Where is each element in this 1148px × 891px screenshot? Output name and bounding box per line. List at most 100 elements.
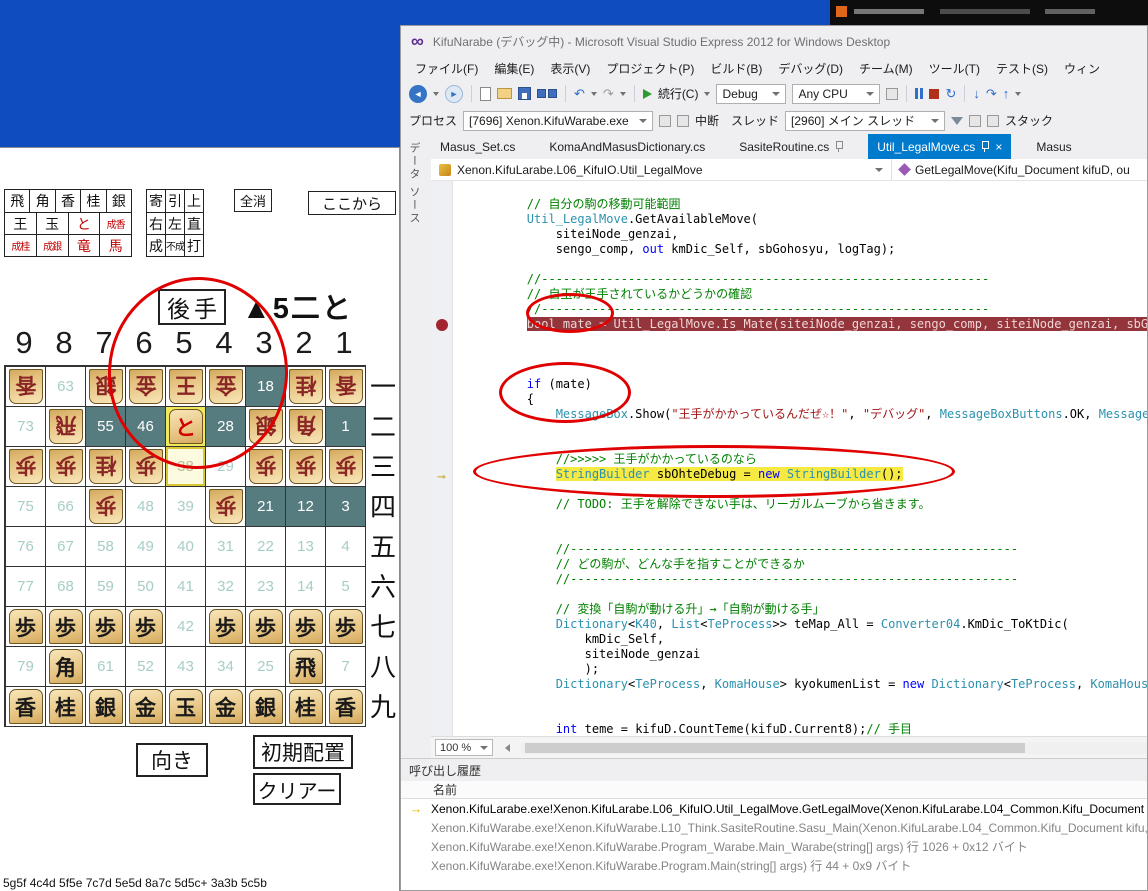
tool-icon[interactable] (886, 87, 899, 100)
zoom-select[interactable]: 100 % (435, 739, 493, 756)
step-into-icon[interactable]: ↓ (973, 87, 980, 100)
palette-action[interactable]: 上 (185, 190, 203, 212)
board-cell[interactable]: 角 (46, 647, 86, 687)
board-cell[interactable]: 歩 (126, 447, 166, 487)
board-cell[interactable]: 銀 (86, 687, 126, 727)
save-icon[interactable] (518, 87, 531, 100)
board-cell[interactable]: 55 (86, 407, 126, 447)
palette-action[interactable]: 左 (166, 213, 185, 234)
palette-action[interactable]: 直 (185, 213, 203, 234)
open-file-icon[interactable] (497, 88, 512, 99)
platform-select[interactable]: Any CPU (792, 83, 881, 104)
board-cell[interactable]: 18 (246, 367, 286, 407)
configuration-select[interactable]: Debug (716, 83, 787, 104)
from-here-button[interactable]: ここから (308, 191, 396, 215)
board-cell[interactable]: 金 (126, 687, 166, 727)
board-cell[interactable]: 金 (126, 367, 166, 407)
menu-item-5[interactable]: デバッグ(D) (770, 60, 851, 77)
board-cell[interactable]: 66 (46, 487, 86, 527)
palette-piece[interactable]: 飛 (5, 190, 31, 212)
board-cell[interactable]: 63 (46, 367, 86, 407)
board-cell[interactable]: 73 (6, 407, 46, 447)
board-cell[interactable]: 39 (166, 487, 206, 527)
board-cell[interactable]: 歩 (46, 607, 86, 647)
board-cell[interactable]: 12 (286, 487, 326, 527)
chevron-down-icon[interactable] (704, 91, 711, 96)
board-cell[interactable]: 32 (206, 567, 246, 607)
board-cell[interactable]: 歩 (326, 447, 366, 487)
palette-piece[interactable]: 銀 (107, 190, 131, 212)
restart-icon[interactable]: ↻ (945, 87, 956, 100)
menu-item-1[interactable]: 編集(E) (486, 60, 542, 77)
code-content[interactable]: // 自分の駒の移動可能範囲 Util_LegalMove.GetAvailab… (453, 181, 1147, 736)
board-cell[interactable]: 76 (6, 527, 46, 567)
clear-button[interactable]: クリアー (253, 773, 341, 805)
board-cell[interactable]: 28 (206, 407, 246, 447)
tab-komaandmasusdictionary-cs[interactable]: KomaAndMasusDictionary.cs (540, 134, 714, 159)
palette-piece[interactable]: 玉 (37, 213, 69, 234)
breadcrumb-scope[interactable]: Xenon.KifuLarabe.L06_KifuIO.Util_LegalMo… (431, 159, 891, 180)
board-cell[interactable]: 歩 (6, 607, 46, 647)
direction-button[interactable]: 向き (136, 743, 208, 777)
board-cell[interactable]: 桂 (286, 687, 326, 727)
tab-sasiteroutine-cs[interactable]: SasiteRoutine.cs (730, 134, 852, 159)
palette-piece[interactable]: 馬 (100, 235, 131, 256)
board-cell[interactable]: 歩 (206, 487, 246, 527)
board-cell[interactable]: 67 (46, 527, 86, 567)
toolbar-icon[interactable] (677, 114, 690, 127)
callstack-frame[interactable]: Xenon.KifuWarabe.exe!Xenon.KifuWarabe.Pr… (401, 837, 1147, 856)
board-cell[interactable]: 歩 (126, 607, 166, 647)
breadcrumb-member[interactable]: GetLegalMove(Kifu_Document kifuD, ou (892, 159, 1147, 180)
menu-item-0[interactable]: ファイル(F) (407, 60, 486, 77)
board-cell[interactable]: 5 (326, 567, 366, 607)
board-cell[interactable]: 61 (86, 647, 126, 687)
board-cell[interactable]: 58 (86, 527, 126, 567)
step-over-icon[interactable]: ↷ (986, 87, 997, 100)
board-cell[interactable]: 38 (166, 447, 206, 487)
board-cell[interactable]: 75 (6, 487, 46, 527)
board-cell[interactable]: 40 (166, 527, 206, 567)
board-cell[interactable]: 歩 (46, 447, 86, 487)
break-button[interactable]: 中断 (695, 112, 719, 129)
call-stack-name-column-header[interactable]: 名前 (401, 781, 1147, 799)
board-cell[interactable]: 1 (326, 407, 366, 447)
board-cell[interactable]: 29 (206, 447, 246, 487)
clear-all-button[interactable]: 全消 (234, 189, 272, 212)
palette-action[interactable]: 不成 (166, 235, 185, 256)
board-cell[interactable]: 金 (206, 687, 246, 727)
palette-piece[interactable]: 香 (56, 190, 82, 212)
navigate-back-icon[interactable]: ◄ (409, 84, 427, 103)
tab-pin-icon[interactable] (981, 140, 990, 153)
board-cell[interactable]: 49 (126, 527, 166, 567)
filter-icon[interactable] (951, 116, 964, 125)
board-cell[interactable]: 3 (326, 487, 366, 527)
redo-icon[interactable]: ↷ (603, 87, 614, 100)
toolbar-icon[interactable] (969, 114, 982, 127)
board-cell[interactable]: 14 (286, 567, 326, 607)
menu-item-4[interactable]: ビルド(B) (702, 60, 770, 77)
pause-icon[interactable] (915, 88, 924, 99)
board-cell[interactable]: 34 (206, 647, 246, 687)
continue-icon[interactable] (642, 88, 652, 99)
palette-piece[interactable]: と (69, 213, 101, 234)
stop-debug-icon[interactable] (929, 88, 940, 99)
board-cell[interactable]: 飛 (46, 407, 86, 447)
board-cell[interactable]: 歩 (246, 447, 286, 487)
menu-item-8[interactable]: テスト(S) (988, 60, 1056, 77)
board-cell[interactable]: 飛 (286, 647, 326, 687)
palette-action[interactable]: 引 (166, 190, 185, 212)
chevron-down-icon[interactable] (619, 91, 626, 96)
callstack-frame[interactable]: Xenon.KifuWarabe.exe!Xenon.KifuWarabe.L1… (401, 818, 1147, 837)
board-cell[interactable]: 王 (166, 367, 206, 407)
board-cell[interactable]: 玉 (166, 687, 206, 727)
board-cell[interactable]: 香 (326, 367, 366, 407)
board-cell[interactable]: 23 (246, 567, 286, 607)
board-cell[interactable]: 50 (126, 567, 166, 607)
toolbar-overflow-icon[interactable] (1015, 91, 1022, 96)
callstack-frame[interactable]: Xenon.KifuWarabe.exe!Xenon.KifuWarabe.Pr… (401, 856, 1147, 875)
callstack-frame[interactable]: → Xenon.KifuLarabe.exe!Xenon.KifuLarabe.L… (401, 799, 1147, 818)
menu-item-7[interactable]: ツール(T) (921, 60, 988, 77)
board-cell[interactable]: 79 (6, 647, 46, 687)
board-cell[interactable]: 25 (246, 647, 286, 687)
board-cell[interactable]: 52 (126, 647, 166, 687)
